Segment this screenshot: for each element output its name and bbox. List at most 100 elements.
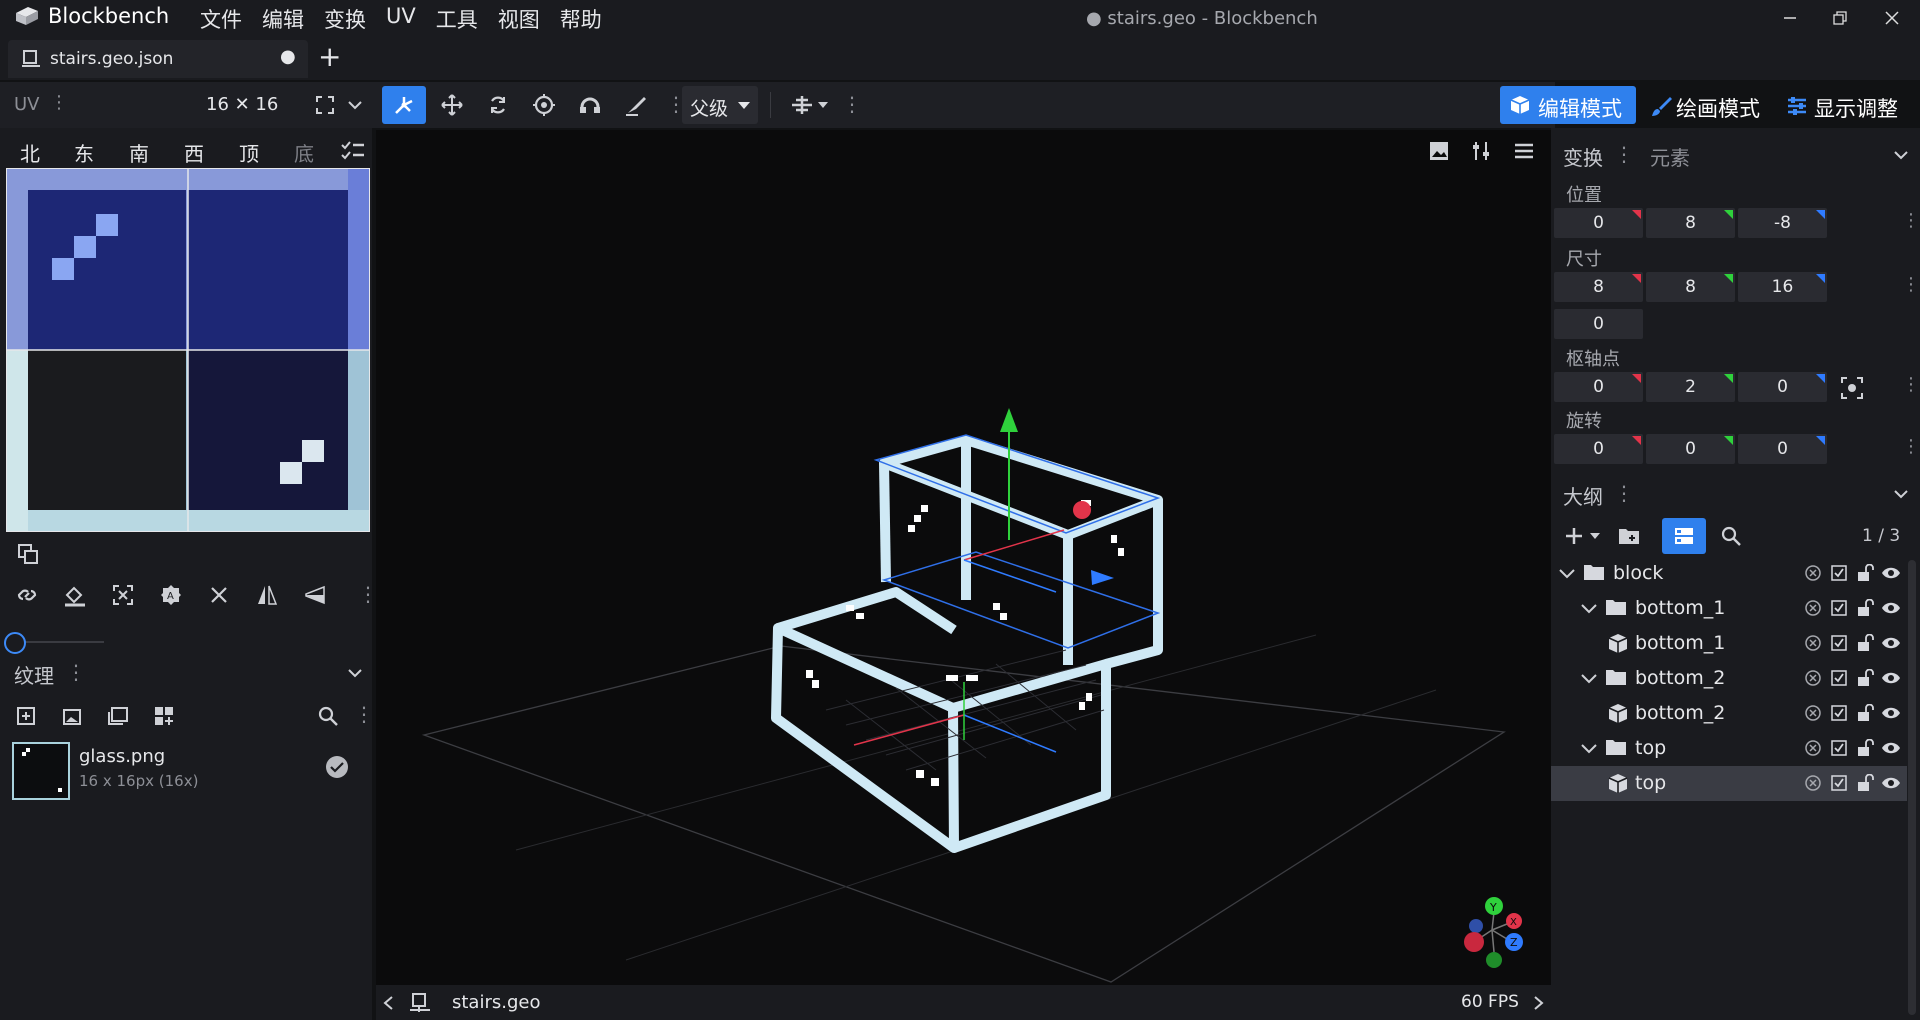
menu-help[interactable]: 帮助	[560, 4, 602, 34]
face-tab-up[interactable]: 顶	[239, 138, 259, 167]
maximize-uv-icon[interactable]	[108, 580, 138, 610]
new-tab-button[interactable]: +	[318, 40, 341, 73]
screenshot-icon[interactable]	[1424, 136, 1454, 166]
eye-icon[interactable]	[1881, 738, 1901, 758]
close-window-icon[interactable]	[1872, 4, 1912, 32]
export-toggle-icon[interactable]	[1803, 633, 1823, 653]
restore-icon[interactable]	[1820, 4, 1860, 32]
parent-select[interactable]: 父级	[682, 86, 758, 124]
rotation-y-input[interactable]: 0	[1646, 434, 1735, 464]
position-y-input[interactable]: 8	[1646, 208, 1735, 238]
pivot-tool-icon[interactable]	[522, 86, 566, 124]
visibility-check-icon[interactable]	[1829, 738, 1849, 758]
face-tab-south[interactable]: 南	[129, 138, 149, 167]
outliner-group-row[interactable]: bottom_2	[1551, 661, 1907, 696]
toolbar-dots-2-icon[interactable]: ⋮	[842, 92, 862, 116]
visibility-check-icon[interactable]	[1829, 563, 1849, 583]
tab-stairs-geo[interactable]: stairs.geo.json ●	[8, 40, 308, 78]
chevron-left-icon[interactable]	[382, 995, 394, 1011]
outliner-group-row[interactable]: block	[1551, 556, 1907, 591]
size-y-input[interactable]: 8	[1646, 272, 1735, 302]
uv-menu-dots-icon[interactable]: ⋮	[50, 92, 68, 113]
center-pivot-icon[interactable]	[1840, 376, 1864, 400]
pivot-more-icon[interactable]: ⋮	[1902, 374, 1920, 395]
clear-icon[interactable]	[204, 580, 234, 610]
rotate-tool-icon[interactable]	[476, 86, 520, 124]
app-logo[interactable]: Blockbench	[14, 4, 169, 28]
texture-in-use-icon[interactable]	[326, 756, 348, 778]
resize-tool-icon[interactable]	[430, 86, 474, 124]
size-x-input[interactable]: 8	[1554, 272, 1643, 302]
outliner-group-row[interactable]: bottom_1	[1551, 591, 1907, 626]
chevron-down-icon[interactable]	[344, 92, 366, 118]
eye-icon[interactable]	[1881, 633, 1901, 653]
toggle-options-icon[interactable]	[1662, 518, 1706, 554]
center-align-icon[interactable]	[780, 86, 840, 124]
pivot-y-input[interactable]: 2	[1646, 372, 1735, 402]
outliner-cube-row[interactable]: bottom_2	[1551, 696, 1907, 731]
export-toggle-icon[interactable]	[1803, 668, 1823, 688]
outliner-collapse-chevron-icon[interactable]	[1894, 489, 1908, 499]
lock-icon[interactable]	[1855, 563, 1875, 583]
visibility-check-icon[interactable]	[1829, 703, 1849, 723]
menu-transform[interactable]: 变换	[324, 4, 366, 34]
link-icon[interactable]	[12, 580, 42, 610]
visibility-check-icon[interactable]	[1829, 668, 1849, 688]
visibility-check-icon[interactable]	[1829, 633, 1849, 653]
outliner-search-icon[interactable]	[1716, 522, 1746, 550]
lock-icon[interactable]	[1855, 773, 1875, 793]
eye-icon[interactable]	[1881, 563, 1901, 583]
uv-editor-canvas[interactable]	[6, 168, 370, 532]
menu-file[interactable]: 文件	[200, 4, 242, 34]
uv-tools-more-icon[interactable]: ⋮	[358, 582, 378, 606]
auto-uv-icon[interactable]: A	[156, 580, 186, 610]
rotation-x-input[interactable]: 0	[1554, 434, 1643, 464]
outliner-group-row[interactable]: top	[1551, 731, 1907, 766]
element-tab[interactable]: 元素	[1650, 142, 1690, 171]
expand-chevron-icon[interactable]	[1581, 604, 1597, 614]
move-tool-icon[interactable]	[382, 86, 426, 124]
visibility-check-icon[interactable]	[1829, 773, 1849, 793]
export-toggle-icon[interactable]	[1803, 738, 1823, 758]
rotation-z-input[interactable]: 0	[1738, 434, 1827, 464]
create-texture-icon[interactable]	[58, 702, 86, 730]
outliner-cube-row[interactable]: top	[1551, 766, 1907, 801]
export-toggle-icon[interactable]	[1803, 703, 1823, 723]
fill-bucket-icon[interactable]	[60, 580, 90, 610]
export-toggle-icon[interactable]	[1803, 773, 1823, 793]
vertex-snap-icon[interactable]	[568, 86, 612, 124]
textures-collapse-chevron-icon[interactable]	[348, 668, 362, 678]
add-cube-icon[interactable]	[1562, 522, 1606, 550]
texture-gallery-icon[interactable]	[104, 702, 132, 730]
edit-mode-button[interactable]: 编辑模式	[1500, 86, 1636, 124]
visibility-check-icon[interactable]	[1829, 598, 1849, 618]
eye-icon[interactable]	[1881, 598, 1901, 618]
eye-icon[interactable]	[1881, 668, 1901, 688]
transform-collapse-chevron-icon[interactable]	[1894, 150, 1908, 160]
texture-grid-icon[interactable]	[150, 702, 178, 730]
size-z-input[interactable]: 16	[1738, 272, 1827, 302]
search-icon[interactable]	[314, 702, 342, 730]
face-tab-west[interactable]: 西	[184, 138, 204, 167]
rotation-more-icon[interactable]: ⋮	[1902, 436, 1920, 457]
menu-view[interactable]: 视图	[498, 4, 540, 34]
lock-icon[interactable]	[1855, 703, 1875, 723]
mirror-x-icon[interactable]	[252, 580, 282, 610]
chevron-right-icon[interactable]	[1533, 995, 1545, 1011]
scene-canvas[interactable]	[376, 130, 1551, 985]
export-toggle-icon[interactable]	[1803, 598, 1823, 618]
select-all-faces-icon[interactable]	[340, 140, 366, 162]
menu-edit[interactable]: 编辑	[262, 4, 304, 34]
outliner-cube-row[interactable]: bottom_1	[1551, 626, 1907, 661]
mirror-y-icon[interactable]	[300, 580, 330, 610]
face-tab-east[interactable]: 东	[74, 138, 94, 167]
outliner-menu-dots-icon[interactable]: ⋮	[1614, 481, 1634, 505]
copy-icon[interactable]	[14, 540, 42, 568]
size-more-icon[interactable]: ⋮	[1902, 274, 1920, 295]
pivot-z-input[interactable]: 0	[1738, 372, 1827, 402]
rotation-slider[interactable]	[4, 630, 104, 654]
pivot-x-input[interactable]: 0	[1554, 372, 1643, 402]
orientation-gizmo[interactable]: Y X Z	[1454, 890, 1534, 970]
view-settings-icon[interactable]	[1466, 136, 1496, 166]
transform-panel-title[interactable]: 变换	[1563, 142, 1603, 171]
